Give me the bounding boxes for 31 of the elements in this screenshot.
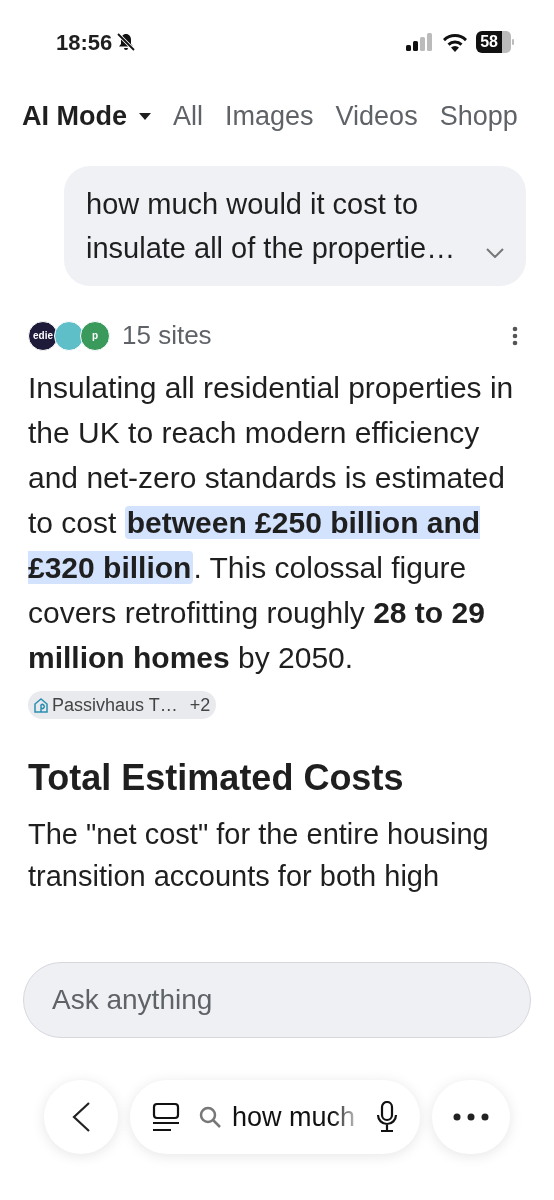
- query-bubble[interactable]: how much would it cost to insulate all of the propertie…: [64, 166, 526, 286]
- source-logo: edie: [28, 320, 58, 351]
- battery-icon: [502, 31, 514, 53]
- signal-icon: [406, 33, 435, 51]
- citation-more: +2: [189, 693, 211, 717]
- wifi-icon: [442, 32, 469, 52]
- search-tab[interactable]: Images: [225, 95, 314, 137]
- bell-muted-icon: [116, 32, 137, 52]
- microphone-icon[interactable]: [376, 1101, 398, 1133]
- ask-field[interactable]: Ask anything: [23, 962, 531, 1038]
- source-logo: p: [80, 320, 110, 351]
- chevron-down-icon[interactable]: [486, 248, 504, 258]
- battery-level: 58: [476, 31, 502, 53]
- sources-count[interactable]: 15 sites: [122, 316, 212, 355]
- more-dots-icon: [453, 1113, 489, 1121]
- search-tab[interactable]: Shopp: [439, 95, 518, 137]
- search-tab[interactable]: Videos: [335, 95, 418, 137]
- search-pill[interactable]: how much: [130, 1080, 420, 1154]
- status-time: 18:56: [56, 28, 113, 57]
- citation-chip[interactable]: Passivhaus T… +2: [28, 691, 217, 720]
- search-tab[interactable]: AI Mode: [22, 95, 151, 137]
- search-icon: [198, 1105, 222, 1129]
- answer-paragraph: Insulating all residential properties in the UK to reach modern efficiency and net-zero standards is estimated to cost between £250 billion and £320 billion. This colossal figure covers retrofitting roughly 28 to 29 million homes by 2050. Passivhaus T… +2: [0, 365, 554, 725]
- query-text: how much would it cost to insulate all of the propertie…: [86, 187, 457, 266]
- section-heading: Total Estimated Costs: [27, 756, 405, 800]
- search-tab[interactable]: All: [173, 95, 203, 137]
- body-paragraph: The "net cost" for the entire housing transition accounts for both high: [27, 817, 490, 894]
- citation-label: Passivhaus T…: [52, 693, 178, 717]
- dropdown-caret-icon: [139, 112, 151, 120]
- tabs-icon[interactable]: [152, 1102, 180, 1132]
- more-options-icon[interactable]: [512, 325, 518, 346]
